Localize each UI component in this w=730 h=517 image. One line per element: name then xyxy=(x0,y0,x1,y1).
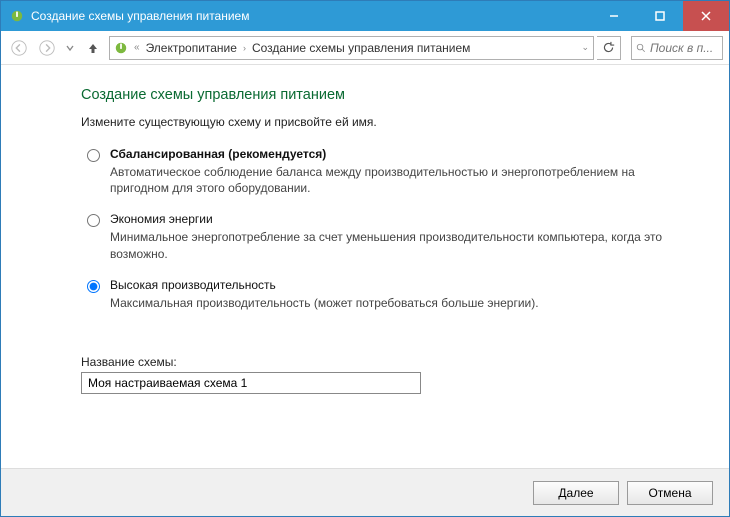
content-area: Создание схемы управления питанием Измен… xyxy=(1,65,729,468)
window-title: Создание схемы управления питанием xyxy=(31,9,591,23)
search-icon xyxy=(636,42,646,54)
back-button[interactable] xyxy=(7,36,31,60)
titlebar: Создание схемы управления питанием xyxy=(1,1,729,31)
plan-name: Сбалансированная (рекомендуется) xyxy=(110,147,683,161)
refresh-button[interactable] xyxy=(597,36,621,60)
close-button[interactable] xyxy=(683,1,729,31)
plan-radio-powersaver[interactable] xyxy=(87,214,100,227)
forward-button[interactable] xyxy=(35,36,59,60)
plan-desc: Минимальное энергопотребление за счет ум… xyxy=(110,229,683,261)
chevron-right-icon[interactable]: › xyxy=(243,43,246,53)
breadcrumb-item-power[interactable]: Электропитание xyxy=(146,41,237,55)
plan-desc: Максимальная производительность (может п… xyxy=(110,295,683,311)
breadcrumb-item-create-plan[interactable]: Создание схемы управления питанием xyxy=(252,41,470,55)
plan-name: Высокая производительность xyxy=(110,278,683,292)
navigation-bar: « Электропитание › Создание схемы управл… xyxy=(1,31,729,65)
minimize-button[interactable] xyxy=(591,1,637,31)
footer-bar: Далее Отмена xyxy=(1,468,729,516)
breadcrumb-prefix: « xyxy=(134,42,140,53)
maximize-button[interactable] xyxy=(637,1,683,31)
plan-name: Экономия энергии xyxy=(110,212,683,226)
plan-desc: Автоматическое соблюдение баланса между … xyxy=(110,164,683,196)
search-input[interactable] xyxy=(650,41,718,55)
recent-locations-button[interactable] xyxy=(63,36,77,60)
search-box[interactable] xyxy=(631,36,723,60)
control-panel-icon xyxy=(114,41,128,55)
plan-option-highperf[interactable]: Высокая производительность Максимальная … xyxy=(81,278,683,311)
plan-radio-balanced[interactable] xyxy=(87,149,100,162)
window-frame: Создание схемы управления питанием xyxy=(0,0,730,517)
page-heading: Создание схемы управления питанием xyxy=(81,87,683,103)
chevron-down-icon[interactable]: ⌄ xyxy=(581,42,589,53)
plan-option-powersaver[interactable]: Экономия энергии Минимальное энергопотре… xyxy=(81,212,683,261)
up-button[interactable] xyxy=(81,36,105,60)
address-bar[interactable]: « Электропитание › Создание схемы управл… xyxy=(109,36,594,60)
page-subheading: Измените существующую схему и присвойте … xyxy=(81,115,683,129)
scheme-name-input[interactable] xyxy=(81,372,421,394)
cancel-button[interactable]: Отмена xyxy=(627,481,713,505)
plan-radio-highperf[interactable] xyxy=(87,280,100,293)
window-controls xyxy=(591,1,729,31)
scheme-name-label: Название схемы: xyxy=(81,355,683,369)
power-options-icon xyxy=(9,8,25,24)
next-button[interactable]: Далее xyxy=(533,481,619,505)
plan-option-balanced[interactable]: Сбалансированная (рекомендуется) Автомат… xyxy=(81,147,683,196)
